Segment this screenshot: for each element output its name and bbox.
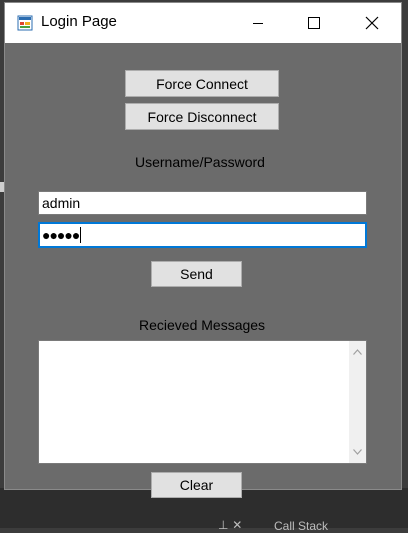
scroll-up-icon[interactable]	[353, 349, 362, 355]
received-messages-box[interactable]	[38, 340, 367, 464]
send-button[interactable]: Send	[151, 261, 242, 287]
password-field[interactable]: ●●●●●	[38, 222, 367, 248]
username-value: admin	[42, 195, 81, 211]
messages-scrollbar[interactable]	[349, 341, 366, 463]
force-disconnect-button[interactable]: Force Disconnect	[125, 103, 279, 130]
window-title: Login Page	[41, 13, 117, 30]
force-connect-button[interactable]: Force Connect	[125, 70, 279, 97]
background-panel-title: Call Stack	[274, 519, 329, 533]
password-value: ●●●●●	[42, 227, 80, 243]
scroll-down-icon[interactable]	[353, 449, 362, 455]
username-field[interactable]: admin	[38, 191, 367, 215]
clear-button[interactable]: Clear	[151, 472, 242, 498]
maximize-icon[interactable]	[291, 3, 337, 43]
close-icon[interactable]	[349, 3, 395, 43]
title-bar[interactable]: Login Page	[5, 3, 401, 43]
credentials-heading: Username/Password	[135, 154, 265, 170]
text-caret	[80, 227, 82, 243]
app-form-icon	[17, 15, 33, 31]
background-panel-icons: ⊥ ✕	[218, 518, 243, 532]
minimize-icon[interactable]	[235, 3, 281, 43]
received-messages-heading: Recieved Messages	[139, 317, 266, 333]
login-window: Login Page Force Connect Force Disconnec…	[4, 2, 402, 498]
